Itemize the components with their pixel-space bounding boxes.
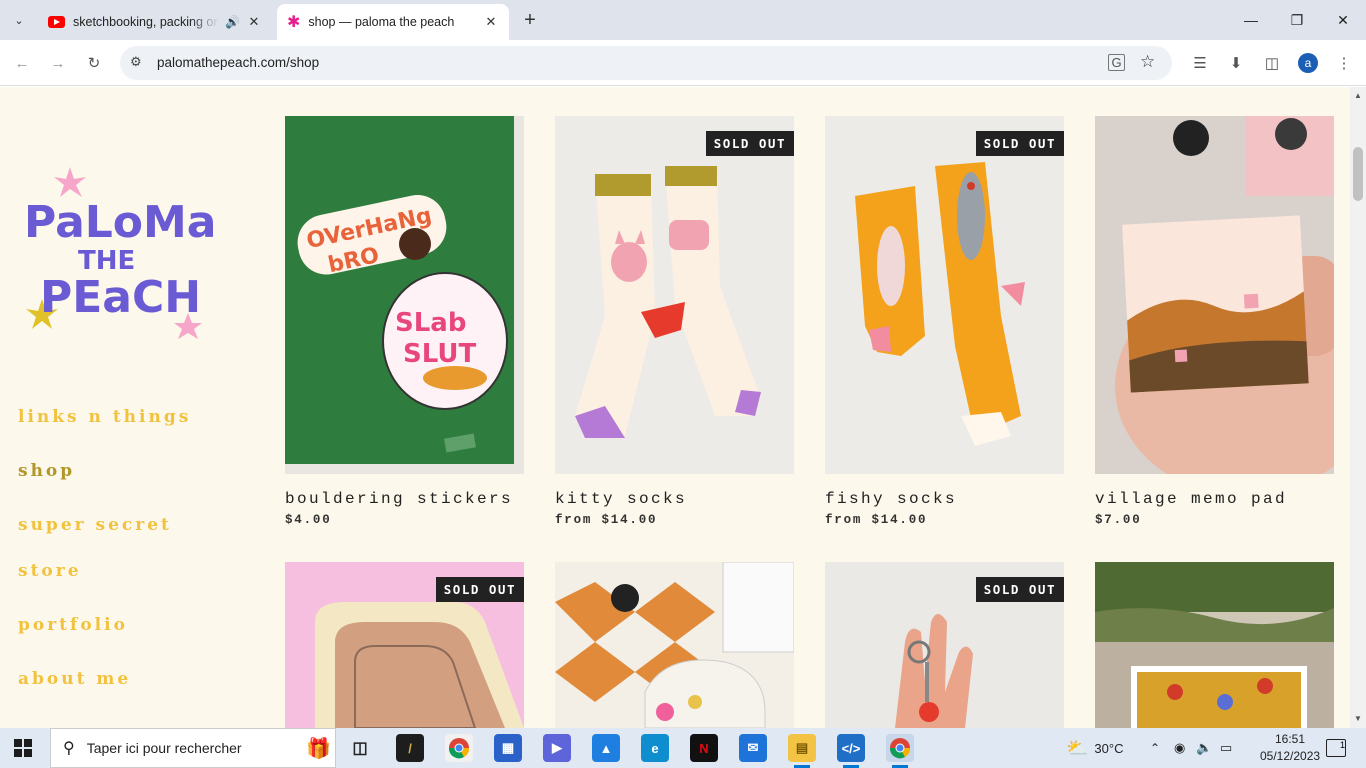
site-info-icon[interactable]: ⚙ [130, 54, 142, 70]
system-clock[interactable]: 16:51 05/12/2023 [1260, 731, 1320, 765]
minimize-button[interactable]: — [1228, 0, 1274, 40]
close-window-button[interactable]: ✕ [1320, 0, 1366, 40]
tab-title: shop — paloma the peach [308, 15, 455, 29]
logo-line-3: PEaCH [40, 272, 201, 323]
speaker-icon[interactable]: 🔊 [225, 15, 240, 29]
sticker-text-3: SLab [395, 308, 466, 338]
back-icon[interactable]: ← [10, 51, 34, 75]
nav-super-secret[interactable]: super secret [18, 515, 172, 535]
mail-icon[interactable]: ✉ [739, 734, 767, 762]
address-bar[interactable]: ⚙ palomathepeach.com/shop G ☆ [120, 46, 1172, 80]
product-price: from $14.00 [555, 513, 658, 527]
sold-out-badge: SOLD OUT [975, 131, 1064, 156]
product-price: from $14.00 [825, 513, 928, 527]
product-name[interactable]: fishy socks [825, 490, 957, 508]
weather-temp: 30°C [1094, 740, 1124, 756]
avatar[interactable]: a [1298, 53, 1318, 73]
reload-icon[interactable]: ↻ [82, 51, 106, 75]
notification-icon[interactable]: 1 [1326, 739, 1346, 757]
product-price: $7.00 [1095, 513, 1142, 527]
taskbar-search[interactable]: ⚲ Taper ici pour rechercher 🎁 [50, 728, 336, 768]
tab-strip: ⌄ sketchbooking, packing ord 🔊 ✕ ✱ shop … [0, 0, 1366, 40]
volume-icon[interactable]: 🔈 [1196, 728, 1212, 768]
search-icon: ⚲ [63, 740, 75, 757]
forward-icon[interactable]: → [46, 51, 70, 75]
product-name[interactable]: village memo pad [1095, 490, 1287, 508]
vscode-icon[interactable]: </> [837, 734, 865, 768]
scroll-up-icon[interactable]: ▲ [1354, 91, 1362, 100]
network-icon[interactable]: ◉ [1174, 728, 1185, 768]
edge-icon[interactable]: e [641, 734, 669, 762]
product-image[interactable]: SOLD OUT [825, 562, 1064, 728]
windows-start-icon[interactable] [14, 739, 32, 757]
download-icon[interactable]: ⬇ [1224, 51, 1248, 75]
nav-shop[interactable]: shop [18, 461, 75, 481]
app-icon[interactable]: ▶ [543, 734, 571, 762]
bookmark-star-icon[interactable]: ☆ [1140, 52, 1155, 72]
product-image[interactable]: OVerHaNg bRO SLab SLUT [285, 116, 524, 474]
weather-widget[interactable]: ⛅ 30°C [1066, 728, 1123, 768]
scroll-thumb[interactable] [1353, 147, 1363, 201]
close-icon[interactable]: ✕ [246, 14, 262, 30]
product-image[interactable]: SOLD OUT [825, 116, 1064, 474]
gift-icon: 🎁 [306, 737, 331, 760]
search-placeholder: Taper ici pour rechercher [86, 740, 242, 756]
chrome-icon[interactable] [445, 734, 473, 762]
tab-search-chevron-icon[interactable]: ⌄ [6, 8, 32, 32]
clock-date: 05/12/2023 [1260, 749, 1321, 763]
product-image[interactable]: SOLD OUT [285, 562, 524, 728]
weather-icon: ⛅ [1066, 737, 1089, 758]
clock-time: 16:51 [1274, 732, 1306, 746]
product-image[interactable]: SOLD OUT [555, 116, 794, 474]
battery-icon[interactable]: ▭ [1220, 728, 1232, 768]
app-pinned-icon[interactable]: / [396, 734, 424, 762]
store-icon[interactable]: ▦ [494, 734, 522, 762]
tab-youtube[interactable]: sketchbooking, packing ord 🔊 ✕ [38, 4, 272, 40]
notification-count: 1 [1339, 740, 1345, 750]
file-explorer-icon[interactable]: ▤ [788, 734, 816, 768]
scroll-down-icon[interactable]: ▼ [1354, 714, 1362, 723]
photos-icon[interactable]: ▲ [592, 734, 620, 762]
product-name[interactable]: kitty socks [555, 490, 687, 508]
translate-icon[interactable]: G [1108, 54, 1125, 71]
menu-icon[interactable]: ⋮ [1332, 51, 1356, 75]
nav-about-me[interactable]: about me [18, 669, 131, 689]
product-image[interactable] [1095, 116, 1334, 474]
youtube-icon [48, 16, 65, 28]
side-panel-icon[interactable]: ◫ [1260, 51, 1284, 75]
windows-taskbar: ⚲ Taper ici pour rechercher 🎁 ◫ / ▦ ▶ ▲ … [0, 728, 1366, 768]
shop-page: PaLoMa THE PEaCH links n things shop sup… [0, 87, 1350, 728]
url-text[interactable]: palomathepeach.com/shop [157, 55, 319, 70]
nav-portfolio[interactable]: portfolio [18, 615, 128, 635]
sold-out-badge: SOLD OUT [435, 577, 524, 602]
tab-title: sketchbooking, packing ord [73, 15, 220, 29]
site-logo[interactable]: PaLoMa THE PEaCH [24, 167, 224, 347]
browser-toolbar: ← → ↻ ⚙ palomathepeach.com/shop G ☆ ☰ ⬇ … [0, 40, 1366, 86]
page-scrollbar[interactable]: ▲ ▼ [1350, 87, 1366, 728]
tray-chevron-icon[interactable]: ⌃ [1150, 728, 1160, 768]
restore-button[interactable]: ❐ [1274, 0, 1320, 40]
sold-out-badge: SOLD OUT [975, 577, 1064, 602]
product-image[interactable] [1095, 562, 1334, 728]
logo-line-1: PaLoMa [24, 197, 217, 248]
sold-out-badge: SOLD OUT [705, 131, 794, 156]
product-price: $4.00 [285, 513, 332, 527]
netflix-icon[interactable]: N [690, 734, 718, 762]
tab-shop[interactable]: ✱ shop — paloma the peach ✕ [277, 4, 509, 40]
nav-store[interactable]: store [18, 561, 82, 581]
chrome-running-icon[interactable] [886, 734, 914, 768]
product-name[interactable]: bouldering stickers [285, 490, 513, 508]
nav-links-n-things[interactable]: links n things [18, 407, 191, 427]
task-view-icon[interactable]: ◫ [346, 734, 374, 762]
sticker-text-4: SLUT [403, 339, 476, 369]
close-icon[interactable]: ✕ [483, 14, 499, 30]
media-control-icon[interactable]: ☰ [1188, 51, 1212, 75]
new-tab-button[interactable]: + [518, 8, 542, 32]
product-image[interactable] [555, 562, 794, 728]
star-icon: ✱ [287, 14, 301, 31]
